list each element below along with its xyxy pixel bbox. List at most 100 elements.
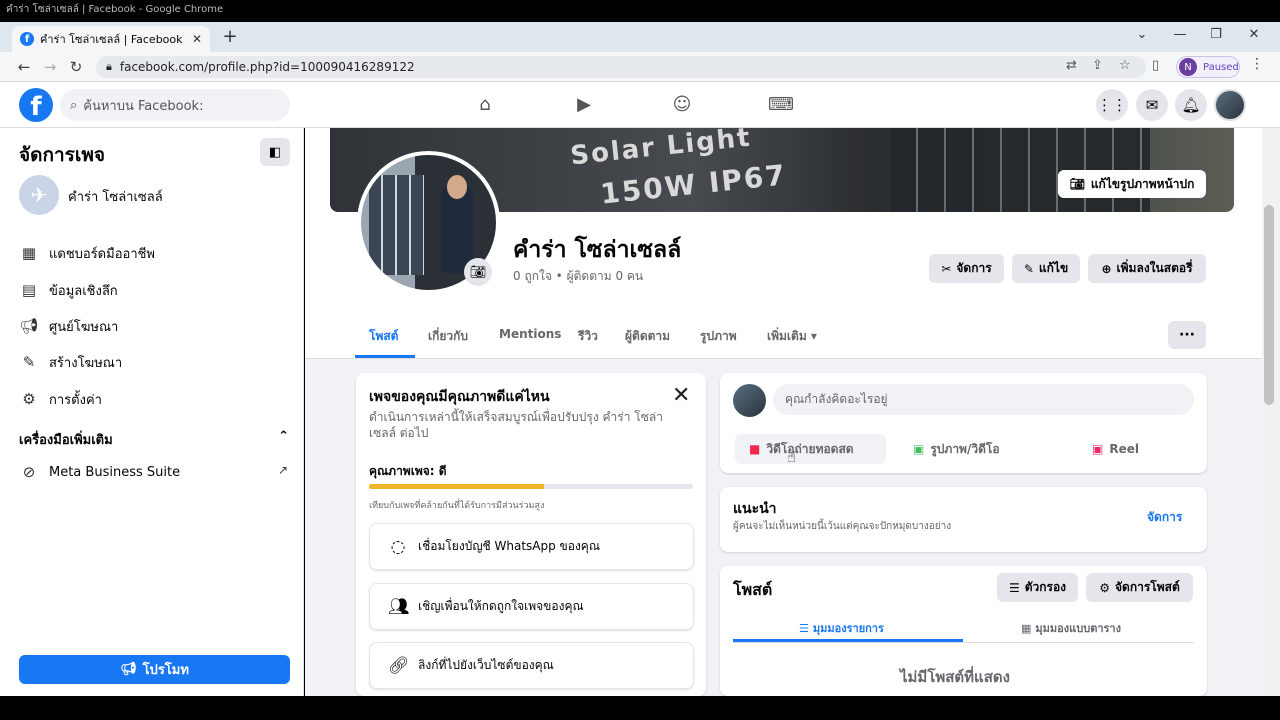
- scrollbar-thumb[interactable]: [1264, 205, 1274, 405]
- quality-card-description: ดำเนินการเหล่านี้ให้เสร็จสมบูรณ์เพื่อปรั…: [369, 410, 663, 440]
- list-icon: ☰: [799, 621, 809, 635]
- camera-icon[interactable]: 📷︎: [464, 258, 492, 286]
- messenger-icon[interactable]: ✉: [1136, 89, 1168, 121]
- share-icon[interactable]: ⇪: [1092, 58, 1103, 73]
- home-icon[interactable]: ⌂: [472, 94, 498, 116]
- link-website-action[interactable]: 🔗︎ ลิงก์ที่ไปยังเว็บไซต์ของคุณ: [369, 642, 694, 689]
- profile-avatar: N: [1179, 58, 1197, 76]
- back-icon[interactable]: ←: [14, 57, 34, 77]
- close-icon[interactable]: ✕: [672, 383, 690, 408]
- profile-picture-panel: [369, 175, 424, 275]
- insights-icon: ▤: [21, 281, 37, 299]
- composer-avatar[interactable]: [733, 384, 766, 417]
- groups-icon[interactable]: ☺: [669, 94, 695, 116]
- new-tab-button[interactable]: +: [220, 28, 240, 48]
- sidebar-item-label: Meta Business Suite: [49, 464, 181, 480]
- facebook-logo-icon[interactable]: f: [19, 88, 53, 122]
- tab-photos[interactable]: รูปภาพ: [700, 327, 737, 346]
- edit-button[interactable]: ✎ แก้ไข: [1012, 254, 1080, 283]
- tab-mentions[interactable]: Mentions: [499, 327, 561, 341]
- grid-view-tab[interactable]: ▦ มุมมองแบบตาราง: [1021, 619, 1121, 637]
- meta-business-suite-icon: ⊘: [22, 463, 36, 481]
- restore-button[interactable]: ❐: [1206, 27, 1226, 42]
- sidebar-item-settings[interactable]: ⚙ การตั้งค่า: [19, 385, 289, 413]
- link-whatsapp-action[interactable]: ◌ เชื่อมโยงบัญชี WhatsApp ของคุณ: [369, 523, 694, 570]
- reload-icon[interactable]: ↻: [66, 57, 86, 77]
- gaming-icon[interactable]: ⌨: [768, 94, 794, 116]
- profile-picture-face: [447, 175, 467, 199]
- quality-progress-bar: [369, 484, 693, 489]
- page-avatar[interactable]: ✈︎: [19, 175, 59, 215]
- forward-icon[interactable]: →: [40, 57, 60, 77]
- edit-cover-label: แก้ไขรูปภาพหน้าปก: [1090, 176, 1195, 191]
- side-panel-icon[interactable]: ▯: [1152, 58, 1159, 73]
- tab-about[interactable]: เกี่ยวกับ: [428, 327, 468, 346]
- tab-reviews[interactable]: รีวิว: [578, 327, 598, 346]
- dashboard-icon: ▦: [21, 244, 37, 262]
- external-link-icon: ↗: [278, 463, 289, 477]
- invite-friends-action[interactable]: 👥︎ เชิญเพื่อนให้กดถูกใจเพจของคุณ: [369, 583, 694, 630]
- browser-menu-icon[interactable]: ⋮: [1250, 56, 1264, 72]
- window-title-bar: คำร่า โซล่าเซลล์ | Facebook - Google Chr…: [0, 0, 1280, 22]
- sidebar-item-create-ad[interactable]: ✎ สร้างโฆษณา: [19, 348, 289, 376]
- account-avatar[interactable]: [1214, 89, 1246, 121]
- bookmark-star-icon[interactable]: ☆: [1119, 58, 1131, 73]
- tab-search-icon[interactable]: ⌄: [1132, 27, 1152, 42]
- close-tab-icon[interactable]: ✕: [192, 32, 202, 46]
- minimize-button[interactable]: —: [1170, 27, 1190, 42]
- tab-followers[interactable]: ผู้ติดตาม: [625, 327, 670, 346]
- facebook-search-input[interactable]: ⌕ ค้นหาบน Facebook:: [60, 89, 290, 121]
- collapse-sidebar-icon[interactable]: ◧: [260, 138, 290, 166]
- page-stats: 0 ถูกใจ • ผู้ติดตาม 0 คน: [513, 269, 644, 283]
- suggest-manage-link[interactable]: จัดการ: [1147, 508, 1182, 527]
- filter-icon: ☰: [1008, 580, 1020, 595]
- omnibox[interactable]: 🔒︎ facebook.com/profile.php?id=100090416…: [96, 56, 1146, 78]
- browser-tab[interactable]: f คำร่า โซล่าเซลล์ | Facebook ✕: [12, 26, 210, 52]
- page-title: คำร่า โซล่าเซลล์: [513, 237, 682, 263]
- pencil-icon: ✎: [1023, 261, 1034, 276]
- manage-posts-button[interactable]: ⚙ จัดการโพสต์: [1086, 573, 1193, 602]
- edit-label: แก้ไข: [1038, 261, 1069, 275]
- active-tab-indicator: [355, 355, 415, 358]
- tab-posts[interactable]: โพสต์: [369, 327, 398, 346]
- video-icon[interactable]: ▶︎: [571, 94, 597, 116]
- sidebar-item-label: การตั้งค่า: [49, 392, 102, 408]
- promote-button[interactable]: 📢︎ โปรโมท: [19, 655, 290, 684]
- more-tools-header[interactable]: เครื่องมือเพิ่มเติม ⌃: [19, 429, 289, 450]
- link-icon: 🔗︎: [388, 655, 410, 676]
- megaphone-icon: 📢︎: [19, 317, 39, 335]
- sidebar-item-ad-center[interactable]: 📢︎ ศูนย์โฆษณา: [19, 312, 289, 340]
- sidebar-item-label: ข้อมูลเชิงลึก: [49, 283, 118, 299]
- translate-icon[interactable]: ⇄: [1066, 58, 1077, 73]
- browser-profile-chip[interactable]: N Paused: [1176, 56, 1240, 78]
- close-window-button[interactable]: ✕: [1244, 27, 1264, 42]
- gear-icon: ⚙: [1099, 580, 1110, 595]
- quality-progress-fill: [369, 484, 544, 489]
- composer-input[interactable]: คุณกำลังคิดอะไรอยู่: [773, 384, 1194, 415]
- sidebar-item-dashboard[interactable]: ▦ แดชบอร์ดมืออาชีพ: [19, 239, 289, 267]
- edit-cover-button[interactable]: 📷︎ แก้ไขรูปภาพหน้าปก: [1058, 170, 1206, 198]
- menu-grid-icon[interactable]: ⋮⋮: [1096, 89, 1128, 121]
- quality-label: คุณภาพเพจ: ดี: [369, 464, 447, 478]
- photo-video-button[interactable]: ▣ รูปภาพ/วิดีโอ: [913, 434, 1053, 464]
- cover-text-line2: 150W IP67: [598, 158, 789, 211]
- notifications-bell-icon[interactable]: 🔔︎: [1175, 89, 1207, 121]
- list-view-tab[interactable]: ☰ มุมมองรายการ: [799, 619, 884, 637]
- sidebar-item-insights[interactable]: ▤ ข้อมูลเชิงลึก: [19, 276, 289, 304]
- live-video-button[interactable]: ■ วิดีโอถ่ายทอดสด: [735, 434, 886, 464]
- photo-video-label: รูปภาพ/วิดีโอ: [930, 441, 1000, 456]
- quality-compare-text: เทียบกับเพจที่คล้ายกันที่ได้รับการมีส่วน…: [369, 501, 545, 511]
- manage-button[interactable]: ✂ จัดการ: [929, 254, 1004, 283]
- live-video-icon: ■: [749, 442, 761, 456]
- sidebar-item-meta-business-suite[interactable]: ⊘ Meta Business Suite: [19, 458, 289, 486]
- posts-view-divider: [733, 642, 1194, 643]
- tab-more[interactable]: เพิ่มเติม ▾: [767, 327, 817, 346]
- reel-button[interactable]: ▣ Reel: [1092, 434, 1172, 464]
- people-icon: 👥︎: [388, 596, 410, 617]
- sidebar-page-name[interactable]: คำร่า โซล่าเซลล์: [68, 186, 163, 207]
- filter-button[interactable]: ☰ ตัวกรอง: [997, 573, 1078, 602]
- photo-icon: ▣: [913, 442, 925, 456]
- more-options-button[interactable]: ···: [1168, 321, 1206, 349]
- add-story-button[interactable]: ⊕ เพิ่มลงในสตอรี่: [1088, 254, 1206, 283]
- screen-bottom-border: [0, 696, 1280, 720]
